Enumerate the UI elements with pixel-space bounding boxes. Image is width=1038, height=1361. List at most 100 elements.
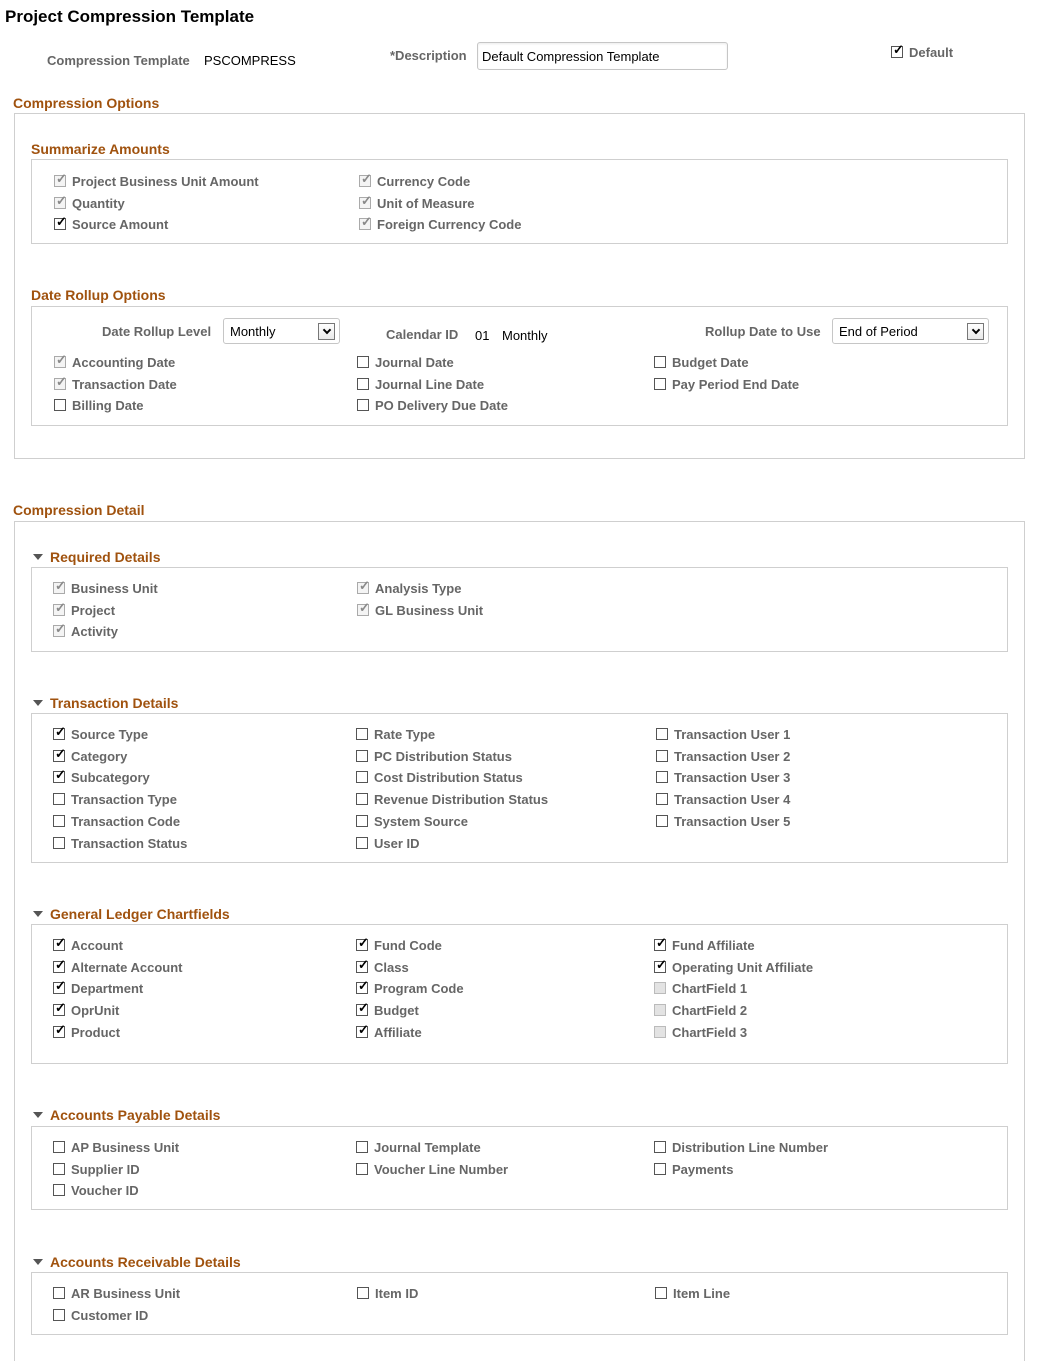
checkbox-icon[interactable]: ✓ bbox=[356, 957, 369, 973]
gl-chartfields-toggle[interactable]: General Ledger Chartfields bbox=[33, 906, 230, 922]
checkbox-rate-type[interactable]: Rate Type bbox=[356, 725, 435, 743]
description-input[interactable] bbox=[477, 42, 728, 70]
checkbox-fund-code[interactable]: ✓ Fund Code bbox=[356, 935, 442, 954]
checkbox-transaction-user-2[interactable]: Transaction User 2 bbox=[656, 747, 790, 765]
checkbox-icon[interactable]: ✓ bbox=[53, 935, 66, 951]
ap-details-toggle[interactable]: Accounts Payable Details bbox=[33, 1107, 220, 1123]
checkbox-transaction-code[interactable]: Transaction Code bbox=[53, 812, 180, 830]
checkbox-revenue-distribution-status[interactable]: Revenue Distribution Status bbox=[356, 790, 548, 808]
checkbox-icon[interactable]: ✓ bbox=[54, 214, 67, 230]
checkbox-source-amount[interactable]: ✓ Source Amount bbox=[54, 214, 168, 233]
checkbox-transaction-user-3[interactable]: Transaction User 3 bbox=[656, 768, 790, 786]
checkbox-category[interactable]: ✓ Category bbox=[53, 746, 127, 765]
checkbox-pc-distribution-status[interactable]: PC Distribution Status bbox=[356, 747, 512, 765]
checkbox-transaction-user-1[interactable]: Transaction User 1 bbox=[656, 725, 790, 743]
checkbox-icon[interactable]: ✓ bbox=[356, 1022, 369, 1038]
collapse-triangle-icon[interactable] bbox=[33, 1112, 43, 1118]
checkbox-system-source[interactable]: System Source bbox=[356, 812, 468, 830]
checkbox-icon[interactable] bbox=[656, 771, 668, 783]
checkbox-icon[interactable] bbox=[656, 728, 668, 740]
checkbox-icon[interactable] bbox=[656, 750, 668, 762]
transaction-details-toggle[interactable]: Transaction Details bbox=[33, 695, 178, 711]
checkbox-icon[interactable]: ✓ bbox=[356, 978, 369, 994]
checkbox-icon[interactable]: ✓ bbox=[53, 978, 66, 994]
checkbox-icon[interactable] bbox=[53, 1141, 65, 1153]
checkbox-journal-line-date[interactable]: Journal Line Date bbox=[357, 375, 484, 393]
checkbox-icon[interactable] bbox=[356, 771, 368, 783]
checkbox-account[interactable]: ✓ Account bbox=[53, 935, 123, 954]
checkbox-icon[interactable] bbox=[356, 1163, 368, 1175]
checkbox-distribution-line-number[interactable]: Distribution Line Number bbox=[654, 1138, 828, 1156]
checkbox-alternate-account[interactable]: ✓ Alternate Account bbox=[53, 957, 182, 976]
checkbox-icon[interactable] bbox=[356, 728, 368, 740]
checkbox-po-delivery-due-date[interactable]: PO Delivery Due Date bbox=[357, 396, 508, 414]
checkbox-budget[interactable]: ✓ Budget bbox=[356, 1000, 419, 1019]
checkbox-icon[interactable] bbox=[53, 837, 65, 849]
checkbox-oprunit[interactable]: ✓ OprUnit bbox=[53, 1000, 119, 1019]
checkbox-icon[interactable] bbox=[356, 815, 368, 827]
collapse-triangle-icon[interactable] bbox=[33, 554, 43, 560]
checkbox-icon[interactable] bbox=[357, 378, 369, 390]
required-details-toggle[interactable]: Required Details bbox=[33, 549, 160, 565]
checkbox-icon[interactable] bbox=[654, 1141, 666, 1153]
checkbox-billing-date[interactable]: Billing Date bbox=[54, 396, 144, 414]
checkbox-icon[interactable] bbox=[356, 750, 368, 762]
checkbox-class[interactable]: ✓ Class bbox=[356, 957, 409, 976]
checkbox-icon[interactable] bbox=[654, 378, 666, 390]
checkbox-icon[interactable]: ✓ bbox=[53, 1000, 66, 1016]
collapse-triangle-icon[interactable] bbox=[33, 911, 43, 917]
collapse-triangle-icon[interactable] bbox=[33, 1259, 43, 1265]
checkbox-department[interactable]: ✓ Department bbox=[53, 978, 143, 997]
checkbox-icon[interactable] bbox=[53, 1309, 65, 1321]
checkbox-icon[interactable] bbox=[656, 793, 668, 805]
checkbox-supplier-id[interactable]: Supplier ID bbox=[53, 1160, 140, 1178]
checkbox-affiliate[interactable]: ✓ Affiliate bbox=[356, 1022, 422, 1041]
checkbox-pay-period-end-date[interactable]: Pay Period End Date bbox=[654, 375, 799, 393]
checkbox-subcategory[interactable]: ✓ Subcategory bbox=[53, 767, 150, 786]
checkbox-journal-template[interactable]: Journal Template bbox=[356, 1138, 481, 1156]
checkbox-icon[interactable]: ✓ bbox=[356, 935, 369, 951]
checkbox-icon[interactable]: ✓ bbox=[891, 42, 904, 58]
checkbox-transaction-user-5[interactable]: Transaction User 5 bbox=[656, 812, 790, 830]
checkbox-journal-date[interactable]: Journal Date bbox=[357, 353, 454, 371]
checkbox-user-id[interactable]: User ID bbox=[356, 834, 420, 852]
checkbox-icon[interactable] bbox=[654, 1163, 666, 1175]
checkbox-icon[interactable]: ✓ bbox=[53, 1022, 66, 1038]
checkbox-icon[interactable]: ✓ bbox=[356, 1000, 369, 1016]
ar-details-toggle[interactable]: Accounts Receivable Details bbox=[33, 1254, 241, 1270]
checkbox-icon[interactable] bbox=[654, 356, 666, 368]
checkbox-icon[interactable] bbox=[357, 356, 369, 368]
checkbox-product[interactable]: ✓ Product bbox=[53, 1022, 120, 1041]
checkbox-transaction-status[interactable]: Transaction Status bbox=[53, 834, 187, 852]
checkbox-fund-affiliate[interactable]: ✓ Fund Affiliate bbox=[654, 935, 755, 954]
checkbox-cost-distribution-status[interactable]: Cost Distribution Status bbox=[356, 768, 523, 786]
checkbox-item-id[interactable]: Item ID bbox=[357, 1284, 418, 1302]
checkbox-voucher-id[interactable]: Voucher ID bbox=[53, 1181, 139, 1199]
checkbox-ap-business-unit[interactable]: AP Business Unit bbox=[53, 1138, 179, 1156]
checkbox-icon[interactable] bbox=[655, 1287, 667, 1299]
checkbox-ar-business-unit[interactable]: AR Business Unit bbox=[53, 1284, 180, 1302]
checkbox-icon[interactable] bbox=[53, 1163, 65, 1175]
checkbox-source-type[interactable]: ✓ Source Type bbox=[53, 724, 148, 743]
checkbox-icon[interactable]: ✓ bbox=[654, 935, 667, 951]
checkbox-icon[interactable] bbox=[53, 1184, 65, 1196]
collapse-triangle-icon[interactable] bbox=[33, 700, 43, 706]
date-rollup-level-select[interactable]: Monthly bbox=[223, 318, 340, 344]
checkbox-icon[interactable] bbox=[357, 1287, 369, 1299]
checkbox-program-code[interactable]: ✓ Program Code bbox=[356, 978, 464, 997]
checkbox-icon[interactable]: ✓ bbox=[53, 957, 66, 973]
checkbox-icon[interactable] bbox=[53, 1287, 65, 1299]
checkbox-item-line[interactable]: Item Line bbox=[655, 1284, 730, 1302]
chevron-down-icon[interactable] bbox=[318, 323, 335, 340]
checkbox-icon[interactable] bbox=[356, 837, 368, 849]
checkbox-icon[interactable]: ✓ bbox=[53, 746, 66, 762]
checkbox-icon[interactable] bbox=[54, 399, 66, 411]
default-checkbox[interactable]: ✓ Default bbox=[891, 42, 953, 61]
checkbox-transaction-user-4[interactable]: Transaction User 4 bbox=[656, 790, 790, 808]
checkbox-icon[interactable] bbox=[356, 793, 368, 805]
checkbox-icon[interactable]: ✓ bbox=[53, 767, 66, 783]
checkbox-icon[interactable] bbox=[53, 793, 65, 805]
checkbox-icon[interactable] bbox=[357, 399, 369, 411]
checkbox-icon[interactable]: ✓ bbox=[654, 957, 667, 973]
checkbox-icon[interactable] bbox=[53, 815, 65, 827]
